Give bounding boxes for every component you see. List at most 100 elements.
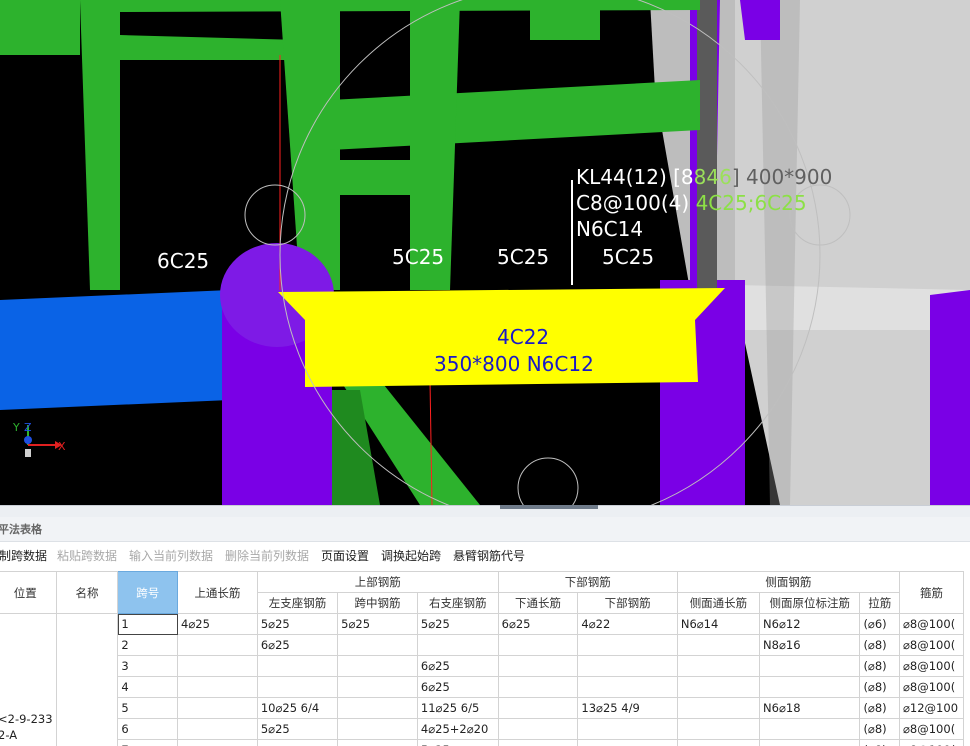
cell-span[interactable]: 4 [117,676,179,698]
cell-side-through[interactable] [676,655,761,677]
cell-side-through[interactable] [676,739,761,746]
cell-left-support[interactable] [256,739,339,746]
cell-side-through[interactable] [676,718,761,740]
paste-span-button[interactable]: 粘贴跨数据 [57,542,117,570]
cell-stirrup[interactable]: ⌀8@100( [899,655,964,677]
col-side-through[interactable]: 侧面通长筋 [676,592,761,614]
col-left-support[interactable]: 左支座钢筋 [256,592,339,614]
table-row[interactable]: <2-9-2332-A+101;1-1KL44(12)14⌀255⌀255⌀25… [0,613,964,746]
cell-stirrup[interactable]: ⌀8@100( [899,676,964,698]
input-column-button[interactable]: 输入当前列数据 [129,542,213,570]
swap-start-span-button[interactable]: 调换起始跨 [381,542,441,570]
cell-right-support[interactable]: 5⌀25 [416,613,499,635]
cell-bottom-through[interactable] [497,718,579,740]
cell-right-support[interactable]: 5⌀25 [416,739,499,746]
col-position[interactable]: 位置 [0,571,57,614]
cell-left-support[interactable]: 5⌀25 [256,613,339,635]
cell-top-through[interactable] [177,676,258,698]
delete-column-button[interactable]: 删除当前列数据 [225,542,309,570]
cell-span[interactable]: 7 [117,739,179,746]
cell-span[interactable]: 2 [117,634,179,656]
cell-side-original[interactable]: N6⌀18 [759,697,861,719]
col-bottom-rebar[interactable]: 下部钢筋 [577,592,678,614]
cell-span[interactable]: 3 [117,655,179,677]
col-bottom-through[interactable]: 下通长筋 [497,592,579,614]
cell-mid-span[interactable] [337,697,418,719]
cell-stirrup[interactable]: ⌀8@100( [899,718,964,740]
cell-position[interactable]: <2-9-2332-A+101;1-1 [0,613,57,746]
cell-tie[interactable]: (⌀8) [859,739,900,746]
cell-stirrup[interactable]: ⌀8@100( [899,634,964,656]
table-row[interactable]: 7 5⌀25 (⌀8)⌀8@100( [0,739,964,746]
cell-side-through[interactable]: N6⌀14 [676,613,761,635]
cell-bottom-through[interactable] [497,634,579,656]
cell-span[interactable]: 1 [117,613,179,635]
copy-span-button[interactable]: 制跨数据 [0,542,47,570]
cell-bottom-rebar[interactable] [577,718,678,740]
cell-bottom-rebar[interactable]: 13⌀25 4/9 [577,697,678,719]
cell-bottom-rebar[interactable] [577,634,678,656]
cell-left-support[interactable]: 10⌀25 6/4 [256,697,339,719]
col-tie[interactable]: 拉筋 [859,592,900,614]
cell-mid-span[interactable] [337,634,418,656]
cell-side-through[interactable] [676,697,761,719]
col-side-original[interactable]: 侧面原位标注筋 [759,592,861,614]
table-row[interactable]: 3 6⌀25 (⌀8) ⌀8@100( [0,655,964,677]
cantilever-code-button[interactable]: 悬臂钢筋代号 [453,542,525,570]
cell-side-original[interactable] [759,718,861,740]
splitter-grip[interactable] [500,505,598,509]
cell-name[interactable]: KL44(12) [55,613,119,746]
cell-mid-span[interactable] [337,718,418,740]
table-row[interactable]: 6 5⌀25 4⌀25+2⌀20 (⌀8) ⌀8@100( [0,718,964,740]
cell-stirrup[interactable]: ⌀8@100( [899,613,964,635]
col-span[interactable]: 跨号 [117,571,179,614]
cell-right-support[interactable] [416,634,499,656]
cell-mid-span[interactable] [337,655,418,677]
cell-tie[interactable]: (⌀8) [859,676,900,698]
cell-bottom-through[interactable] [497,676,579,698]
cell-bottom-rebar[interactable] [577,676,678,698]
cell-side-original[interactable] [759,739,861,746]
cell-side-original[interactable] [759,676,861,698]
panel-splitter[interactable] [0,505,970,517]
cell-mid-span[interactable]: 5⌀25 [337,613,418,635]
cell-tie[interactable]: (⌀8) [859,655,900,677]
table-row[interactable]: 2 6⌀25 N8⌀16 (⌀8) ⌀8@100( [0,634,964,656]
cell-mid-span[interactable] [337,676,418,698]
cell-mid-span[interactable] [337,739,418,746]
cell-bottom-through[interactable]: 6⌀25 [497,613,579,635]
col-mid-span[interactable]: 跨中钢筋 [337,592,418,614]
cell-left-support[interactable] [256,676,339,698]
cell-right-support[interactable]: 6⌀25 [416,655,499,677]
cell-bottom-rebar[interactable] [577,739,678,746]
cell-side-through[interactable] [676,634,761,656]
cell-bottom-rebar[interactable]: 4⌀22 [577,613,678,635]
table-row[interactable]: 5 10⌀25 6/4 11⌀25 6/5 13⌀25 4/9 N6⌀18 (⌀8) ⌀12… [0,697,964,719]
cell-right-support[interactable]: 11⌀25 6/5 [416,697,499,719]
cell-right-support[interactable]: 6⌀25 [416,676,499,698]
cell-top-through[interactable] [177,697,258,719]
cell-top-through[interactable] [177,718,258,740]
cell-bottom-through[interactable] [497,655,579,677]
cell-top-through[interactable] [177,739,258,746]
cell-tie[interactable]: (⌀8) [859,697,900,719]
cell-left-support[interactable]: 5⌀25 [256,718,339,740]
cell-bottom-through[interactable] [497,697,579,719]
cell-span[interactable]: 5 [117,697,179,719]
cell-left-support[interactable]: 6⌀25 [256,634,339,656]
cell-tie[interactable]: (⌀6) [859,613,900,635]
col-name[interactable]: 名称 [55,571,119,614]
cell-bottom-through[interactable] [497,739,579,746]
cell-top-through[interactable] [177,655,258,677]
model-canvas[interactable]: 6C25 5C25 5C25 5C25 4C22 350*800 N6C12 K… [0,0,970,505]
cell-tie[interactable]: (⌀8) [859,718,900,740]
cell-stirrup[interactable]: ⌀12@100 [899,697,964,719]
page-setup-button[interactable]: 页面设置 [321,542,369,570]
cell-side-original[interactable] [759,655,861,677]
3d-viewport[interactable]: 6C25 5C25 5C25 5C25 4C22 350*800 N6C12 K… [0,0,970,505]
cell-tie[interactable]: (⌀8) [859,634,900,656]
cell-stirrup[interactable]: ⌀8@100( [899,739,964,746]
cell-side-original[interactable]: N8⌀16 [759,634,861,656]
col-stirrup[interactable]: 箍筋 [899,571,964,614]
cell-span[interactable]: 6 [117,718,179,740]
